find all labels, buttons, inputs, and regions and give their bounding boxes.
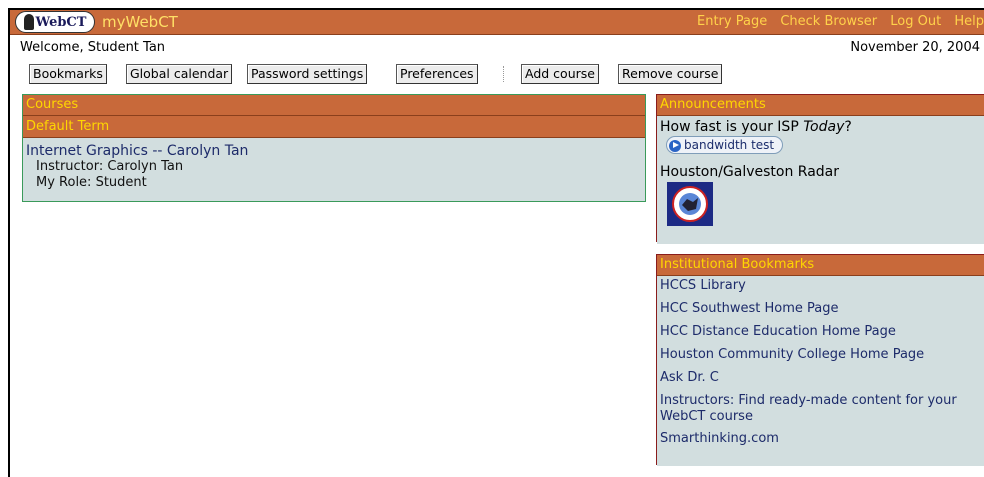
bookmark-link[interactable]: Ask Dr. C <box>660 370 982 386</box>
password-settings-button[interactable]: Password settings <box>247 64 368 84</box>
announcements-panel: Announcements How fast is your ISP Today… <box>656 94 984 244</box>
course-role: My Role: Student <box>36 175 147 190</box>
log-out-link[interactable]: Log Out <box>890 14 941 29</box>
announcements-title: Announcements <box>657 95 984 116</box>
top-header-bar: WebCT myWebCT Entry Page Check Browser L… <box>10 10 984 35</box>
term-title: Default Term <box>23 116 645 138</box>
header-links: Entry Page Check Browser Log Out Help <box>688 14 984 29</box>
check-browser-link[interactable]: Check Browser <box>780 14 877 29</box>
course-link[interactable]: Internet Graphics -- Carolyn Tan <box>26 143 642 159</box>
isp-suffix: ? <box>844 119 852 135</box>
institutional-bookmarks-panel: Institutional Bookmarks HCCS Library HCC… <box>656 254 984 466</box>
isp-today: Today <box>803 119 845 135</box>
entry-page-link[interactable]: Entry Page <box>697 14 767 29</box>
weather-seal-icon <box>672 186 708 222</box>
course-entry: Internet Graphics -- Carolyn Tan Instruc… <box>23 138 645 201</box>
institutional-bookmarks-list: HCCS Library HCC Southwest Home Page HCC… <box>657 276 984 466</box>
radar-title: Houston/Galveston Radar <box>660 164 840 180</box>
courses-panel: Courses Default Term Internet Graphics -… <box>22 94 646 202</box>
announcements-body: How fast is your ISP Today? bandwidth te… <box>657 116 984 244</box>
remove-course-button[interactable]: Remove course <box>618 64 723 84</box>
bandwidth-test-label: bandwidth test <box>684 138 775 152</box>
bookmark-link[interactable]: HCCS Library <box>660 278 982 294</box>
webct-logo[interactable]: WebCT <box>15 11 95 33</box>
play-icon <box>669 139 681 152</box>
global-calendar-button[interactable]: Global calendar <box>126 64 233 84</box>
webct-logo-text: WebCT <box>35 14 87 30</box>
bookmark-link[interactable]: HCC Distance Education Home Page <box>660 324 982 340</box>
bookmark-link[interactable]: Smarthinking.com <box>660 431 982 447</box>
bookmark-link[interactable]: HCC Southwest Home Page <box>660 301 982 317</box>
help-link[interactable]: Help <box>954 14 984 29</box>
preferences-button[interactable]: Preferences <box>396 64 478 84</box>
course-instructor: Instructor: Carolyn Tan <box>36 159 184 174</box>
radar-logo-icon[interactable] <box>667 182 713 226</box>
toolbar-separator <box>503 66 504 82</box>
bookmarks-button[interactable]: Bookmarks <box>29 64 107 84</box>
bookmark-link[interactable]: Houston Community College Home Page <box>660 347 982 363</box>
brand-title: myWebCT <box>102 13 178 31</box>
courses-title: Courses <box>23 95 645 116</box>
add-course-button[interactable]: Add course <box>521 64 599 84</box>
isp-question: How fast is your ISP Today? <box>660 119 982 135</box>
webct-figure-icon <box>23 14 34 30</box>
bandwidth-test-button[interactable]: bandwidth test <box>666 136 784 154</box>
welcome-text: Welcome, Student Tan <box>20 40 166 55</box>
bookmark-link[interactable]: Instructors: Find ready-made content for… <box>660 393 982 425</box>
institutional-bookmarks-title: Institutional Bookmarks <box>657 255 984 276</box>
isp-prefix: How fast is your ISP <box>660 119 804 135</box>
date-text: November 20, 2004 <box>850 40 980 55</box>
